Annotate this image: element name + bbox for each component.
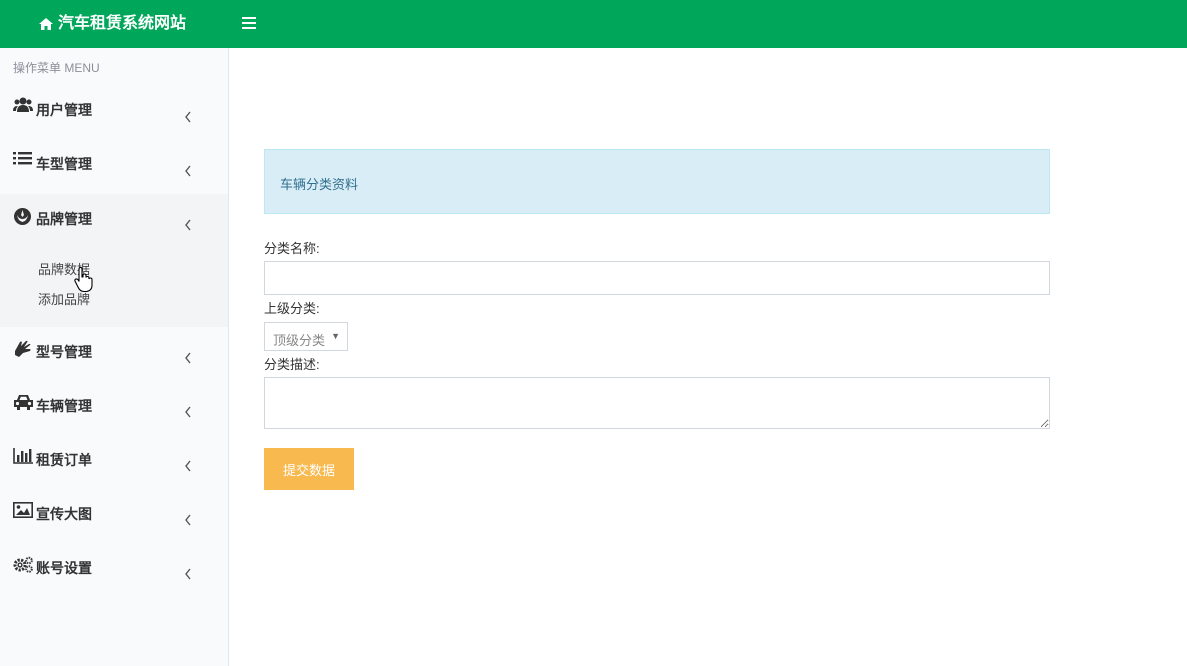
submit-button[interactable]: 提交数据	[264, 448, 354, 490]
sidebar-item-users[interactable]: 用户管理	[0, 80, 228, 134]
category-name-label: 分类名称:	[264, 241, 320, 256]
category-description-label: 分类描述:	[264, 357, 320, 372]
rebel-icon	[13, 207, 33, 227]
sidebar-item-label: 型号管理	[36, 344, 92, 360]
brands-submenu: 品牌数据 添加品牌	[0, 245, 228, 327]
chevron-left-icon	[184, 513, 192, 526]
menu-header: 操作菜单 MENU	[13, 61, 100, 75]
sidebar-item-brands[interactable]: 品牌管理	[0, 194, 228, 248]
top-navbar: 汽车租赁系统网站	[0, 0, 1187, 48]
car-icon	[13, 394, 33, 414]
parent-category-select[interactable]: 顶级分类 ▼	[264, 322, 348, 351]
chevron-left-icon	[184, 567, 192, 580]
sidebar-item-label: 用户管理	[36, 102, 92, 118]
site-brand[interactable]: 汽车租赁系统网站	[38, 13, 186, 35]
sidebar-item-label: 宣传大图	[36, 506, 92, 522]
category-description-textarea[interactable]	[264, 377, 1050, 429]
users-icon	[13, 96, 33, 116]
sidebar-item-label: 车型管理	[36, 156, 92, 172]
home-icon	[38, 17, 54, 31]
sidebar-item-label: 租赁订单	[36, 452, 92, 468]
image-icon	[13, 502, 33, 522]
hand-pointer-cursor-icon	[74, 266, 94, 293]
sidebar-item-label: 品牌管理	[36, 211, 92, 227]
chevron-left-icon	[184, 351, 192, 364]
sidebar-item-account-settings[interactable]: 账号设置	[0, 544, 228, 598]
sidebar-item-label: 车辆管理	[36, 398, 92, 414]
sidebar-item-label: 账号设置	[36, 560, 92, 576]
chevron-left-icon	[184, 164, 192, 177]
parent-category-label: 上级分类:	[264, 301, 320, 316]
sidebar-item-car-types[interactable]: 车型管理	[0, 134, 228, 188]
sidebar-item-models[interactable]: 型号管理	[0, 328, 228, 382]
cogs-icon	[13, 556, 33, 576]
sidebar-toggle-bars-icon[interactable]	[242, 17, 256, 31]
sidebar: 操作菜单 MENU 用户管理 车型管理 品牌管理 品牌数据 添加品牌 型号管理 …	[0, 48, 229, 666]
bar-chart-icon	[13, 448, 33, 468]
category-name-input[interactable]	[264, 261, 1050, 295]
chevron-left-icon	[184, 110, 192, 123]
panel-title: 车辆分类资料	[280, 177, 359, 192]
chevron-left-icon	[184, 218, 192, 231]
parent-category-value: 顶级分类	[273, 333, 326, 348]
sidebar-item-vehicles[interactable]: 车辆管理	[0, 382, 228, 436]
list-icon	[13, 151, 33, 171]
panel-heading: 车辆分类资料	[264, 149, 1050, 214]
caret-down-icon: ▼	[331, 331, 340, 341]
hand-icon	[13, 339, 33, 359]
chevron-left-icon	[184, 459, 192, 472]
site-title: 汽车租赁系统网站	[58, 15, 187, 32]
sidebar-item-banners[interactable]: 宣传大图	[0, 490, 228, 544]
sidebar-item-rental-orders[interactable]: 租赁订单	[0, 436, 228, 490]
chevron-left-icon	[184, 405, 192, 418]
